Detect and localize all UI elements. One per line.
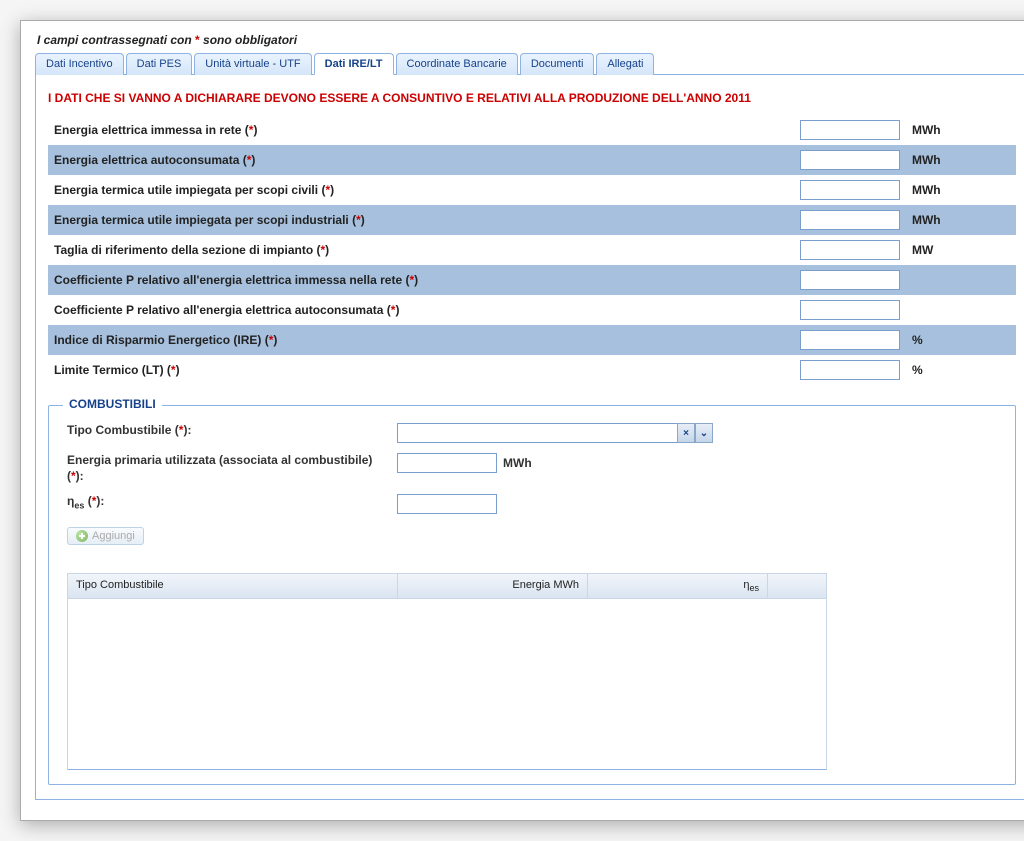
field-row: Taglia di riferimento della sezione di i… <box>48 235 1016 265</box>
aggiungi-button-label: Aggiungi <box>92 530 135 542</box>
grid-header: Tipo Combustibile Energia MWh ηes <box>68 574 826 599</box>
unit-label: MWh <box>906 205 1016 235</box>
unit-label: % <box>906 355 1016 385</box>
tab-dati-ire-lt[interactable]: Dati IRE/LT <box>314 53 394 75</box>
required-note-post: sono obbligatori <box>200 33 297 47</box>
unit-label: MWh <box>906 145 1016 175</box>
grid-col-actions <box>768 574 826 598</box>
tab-bar: Dati Incentivo Dati PES Unità virtuale -… <box>35 52 1024 75</box>
grid-col-tipo[interactable]: Tipo Combustibile <box>68 574 398 598</box>
close-icon: × <box>683 428 689 439</box>
combustibili-grid: Tipo Combustibile Energia MWh ηes <box>67 573 827 770</box>
field-row: Coefficiente P relativo all'energia elet… <box>48 295 1016 325</box>
field-label: Taglia di riferimento della sezione di i… <box>54 243 313 257</box>
unit-label <box>906 265 1016 295</box>
field-row: Energia termica utile impiegata per scop… <box>48 205 1016 235</box>
tipo-combustibile-row: Tipo Combustibile (*): × ⌄ <box>67 418 997 448</box>
unit-label <box>906 295 1016 325</box>
field-label: Energia elettrica immessa in rete <box>54 123 241 137</box>
field-label: Coefficiente P relativo all'energia elet… <box>54 273 402 287</box>
energia-primaria-unit: MWh <box>503 456 532 470</box>
required-note-pre: I campi contrassegnati con <box>37 33 195 47</box>
tab-documenti[interactable]: Documenti <box>520 53 595 75</box>
unit-label: MWh <box>906 115 1016 145</box>
grid-col-eta[interactable]: ηes <box>588 574 768 598</box>
field-row: Energia elettrica autoconsumata (*) MWh <box>48 145 1016 175</box>
field-row: Energia elettrica immessa in rete (*) MW… <box>48 115 1016 145</box>
required-note: I campi contrassegnati con * sono obblig… <box>35 31 1024 52</box>
tipo-combustibile-combo: × ⌄ <box>397 423 713 443</box>
chevron-down-icon: ⌄ <box>700 428 708 439</box>
eta-es-input[interactable] <box>397 494 497 514</box>
energia-immessa-input[interactable] <box>800 120 900 140</box>
coefficiente-p-immessa-input[interactable] <box>800 270 900 290</box>
grid-body <box>68 599 826 769</box>
fields-table: Energia elettrica immessa in rete (*) MW… <box>48 115 1016 385</box>
energia-primaria-label: Energia primaria utilizzata (associata a… <box>67 453 372 467</box>
combo-dropdown-button[interactable]: ⌄ <box>695 423 713 443</box>
combo-clear-button[interactable]: × <box>677 423 695 443</box>
field-label: Indice di Risparmio Energetico (IRE) <box>54 333 261 347</box>
field-label: Coefficiente P relativo all'energia elet… <box>54 303 383 317</box>
unit-label: % <box>906 325 1016 355</box>
field-label: Energia elettrica autoconsumata <box>54 153 239 167</box>
tab-coordinate-bancarie[interactable]: Coordinate Bancarie <box>396 53 518 75</box>
energia-primaria-input[interactable] <box>397 453 497 473</box>
warning-text: I DATI CHE SI VANNO A DICHIARARE DEVONO … <box>48 85 1016 115</box>
grid-col-energia[interactable]: Energia MWh <box>398 574 588 598</box>
tab-allegati[interactable]: Allegati <box>596 53 654 75</box>
plus-icon <box>76 530 88 542</box>
ire-input[interactable] <box>800 330 900 350</box>
field-row: Indice di Risparmio Energetico (IRE) (*)… <box>48 325 1016 355</box>
field-label: Limite Termico (LT) <box>54 363 164 377</box>
energia-termica-industriali-input[interactable] <box>800 210 900 230</box>
energia-autoconsumata-input[interactable] <box>800 150 900 170</box>
combustibili-fieldset: COMBUSTIBILI Tipo Combustibile (*): × ⌄ … <box>48 405 1016 785</box>
energia-primaria-row: Energia primaria utilizzata (associata a… <box>67 448 997 489</box>
aggiungi-button[interactable]: Aggiungi <box>67 527 144 545</box>
tab-unita-virtuale-utf[interactable]: Unità virtuale - UTF <box>194 53 311 75</box>
tab-panel: I DATI CHE SI VANNO A DICHIARARE DEVONO … <box>35 75 1024 800</box>
unit-label: MWh <box>906 175 1016 205</box>
field-row: Coefficiente P relativo all'energia elet… <box>48 265 1016 295</box>
tipo-combustibile-label: Tipo Combustibile <box>67 423 171 437</box>
tipo-combustibile-input[interactable] <box>397 423 677 443</box>
taglia-riferimento-input[interactable] <box>800 240 900 260</box>
form-window: I campi contrassegnati con * sono obblig… <box>20 20 1024 821</box>
tab-dati-pes[interactable]: Dati PES <box>126 53 193 75</box>
fieldset-legend: COMBUSTIBILI <box>63 397 162 411</box>
eta-es-label-sub: es <box>74 501 84 511</box>
tab-dati-incentivo[interactable]: Dati Incentivo <box>35 53 124 75</box>
field-label: Energia termica utile impiegata per scop… <box>54 183 318 197</box>
field-row: Energia termica utile impiegata per scop… <box>48 175 1016 205</box>
eta-es-row: ηes (*): <box>67 489 997 519</box>
unit-label: MW <box>906 235 1016 265</box>
coefficiente-p-autoconsumata-input[interactable] <box>800 300 900 320</box>
lt-input[interactable] <box>800 360 900 380</box>
energia-termica-civili-input[interactable] <box>800 180 900 200</box>
field-label: Energia termica utile impiegata per scop… <box>54 213 349 227</box>
field-row: Limite Termico (LT) (*) % <box>48 355 1016 385</box>
